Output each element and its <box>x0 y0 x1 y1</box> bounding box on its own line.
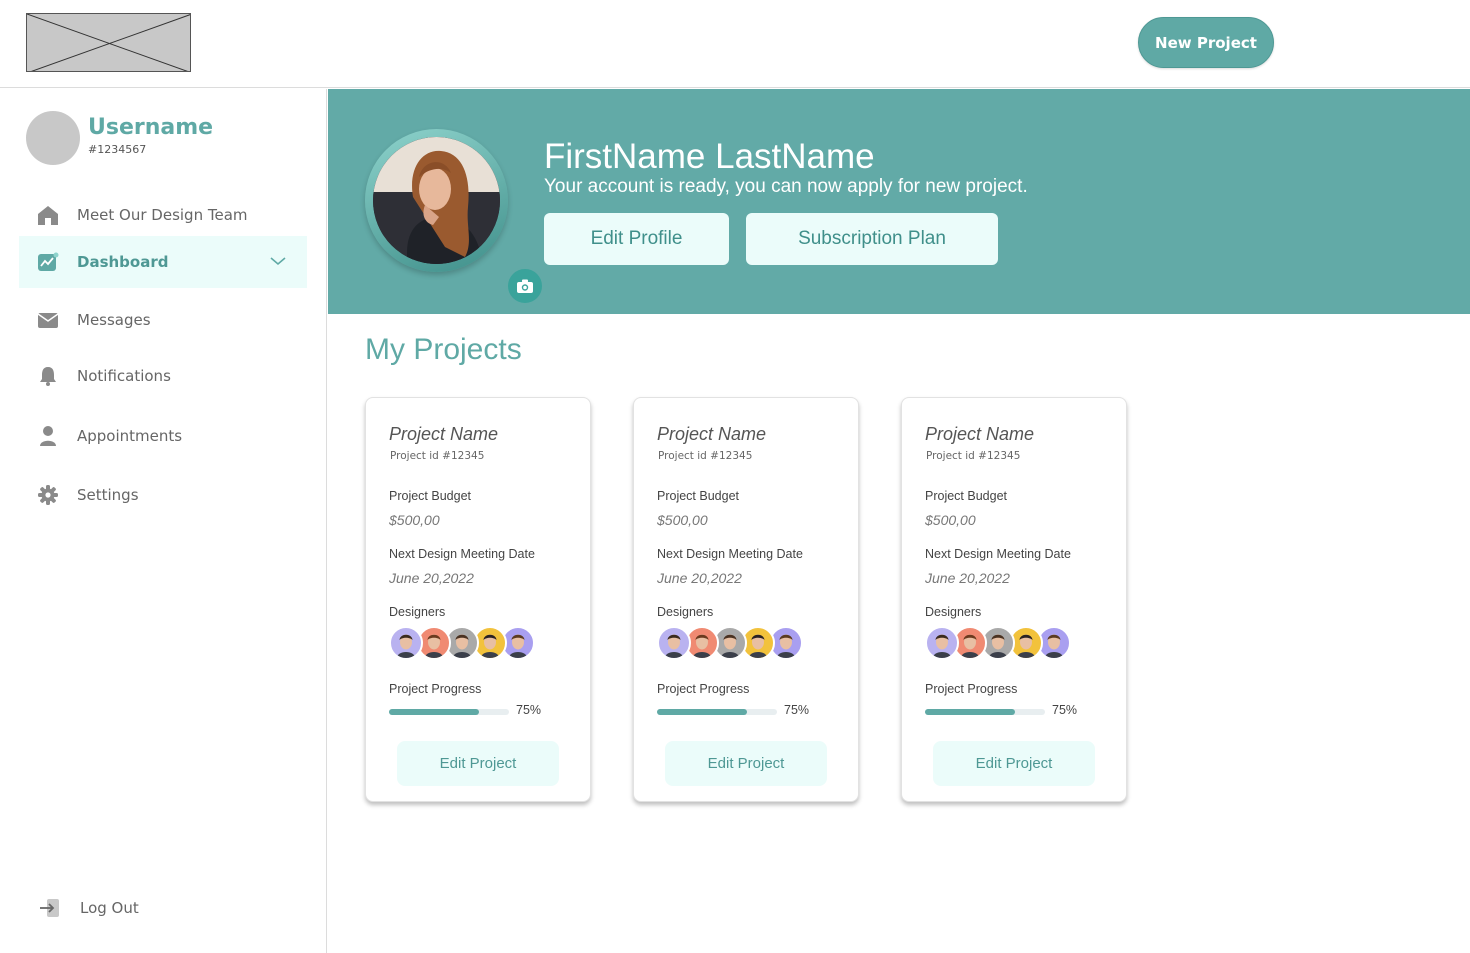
designers-label: Designers <box>389 605 446 619</box>
progress-bar <box>925 709 1045 715</box>
sidebar-item-label: Messages <box>77 311 151 329</box>
bell-icon <box>37 365 59 387</box>
sidebar-item-label: Appointments <box>77 427 183 445</box>
project-id: Project id #12345 <box>658 450 753 462</box>
sidebar: Username #1234567 Meet Our Design Team D… <box>0 89 327 953</box>
chart-icon <box>37 251 59 273</box>
image-placeholder-icon <box>27 14 190 71</box>
progress-bar <box>389 709 509 715</box>
logout-icon <box>39 897 61 919</box>
designer-avatar[interactable] <box>925 626 959 660</box>
project-id: Project id #12345 <box>926 450 1021 462</box>
designer-avatars <box>657 626 803 660</box>
camera-icon[interactable] <box>506 267 544 305</box>
subscription-plan-button[interactable]: Subscription Plan <box>746 213 998 265</box>
designer-avatar[interactable] <box>389 626 423 660</box>
meeting-date-label: Next Design Meeting Date <box>657 547 803 561</box>
sidebar-item-label: Meet Our Design Team <box>77 206 248 224</box>
meeting-date-value: June 20,2022 <box>925 570 1010 586</box>
designers-label: Designers <box>657 605 714 619</box>
sidebar-item-appointments[interactable]: Appointments <box>19 410 307 462</box>
logout-button[interactable]: Log Out <box>19 884 307 932</box>
budget-label: Project Budget <box>657 489 739 503</box>
profile-banner: FirstName LastName Your account is ready… <box>328 89 1470 314</box>
progress-label: Project Progress <box>925 682 1018 696</box>
chevron-down-icon[interactable] <box>269 252 287 274</box>
person-icon <box>37 425 59 447</box>
sidebar-item-label: Notifications <box>77 367 171 385</box>
top-bar: New Project <box>0 0 1470 88</box>
progress-percent: 75% <box>784 703 810 717</box>
designer-avatars <box>925 626 1071 660</box>
profile-photo[interactable] <box>373 137 500 264</box>
project-name: Project Name <box>657 424 767 444</box>
user-id: #1234567 <box>88 143 147 156</box>
progress-percent: 75% <box>516 703 542 717</box>
logout-label: Log Out <box>80 899 139 917</box>
project-card: Project Name Project id #12345 Project B… <box>365 397 591 802</box>
profile-photo-frame <box>365 129 544 305</box>
sidebar-item-messages[interactable]: Messages <box>19 294 307 346</box>
account-status-message: Your account is ready, you can now apply… <box>544 176 1028 197</box>
logo-placeholder[interactable] <box>26 13 191 72</box>
sidebar-item-notifications[interactable]: Notifications <box>19 350 307 402</box>
meeting-date-value: June 20,2022 <box>657 570 742 586</box>
project-card: Project Name Project id #12345 Project B… <box>901 397 1127 802</box>
budget-value: $500,00 <box>389 512 440 528</box>
sidebar-item-label: Dashboard <box>77 253 169 271</box>
progress-label: Project Progress <box>389 682 482 696</box>
budget-label: Project Budget <box>389 489 471 503</box>
project-id: Project id #12345 <box>390 450 485 462</box>
envelope-icon <box>37 309 59 331</box>
progress-bar-fill <box>657 709 747 715</box>
designers-label: Designers <box>925 605 982 619</box>
budget-value: $500,00 <box>925 512 976 528</box>
avatar[interactable] <box>26 111 80 165</box>
edit-profile-button[interactable]: Edit Profile <box>544 213 729 265</box>
progress-label: Project Progress <box>657 682 750 696</box>
project-card: Project Name Project id #12345 Project B… <box>633 397 859 802</box>
sidebar-item-label: Settings <box>77 486 139 504</box>
meeting-date-label: Next Design Meeting Date <box>925 547 1071 561</box>
sidebar-item-settings[interactable]: Settings <box>19 469 307 521</box>
budget-value: $500,00 <box>657 512 708 528</box>
edit-project-button[interactable]: Edit Project <box>397 741 559 786</box>
profile-full-name: FirstName LastName <box>544 137 875 176</box>
progress-bar-fill <box>925 709 1015 715</box>
new-project-button[interactable]: New Project <box>1138 17 1274 68</box>
progress-bar <box>657 709 777 715</box>
meeting-date-value: June 20,2022 <box>389 570 474 586</box>
meeting-date-label: Next Design Meeting Date <box>389 547 535 561</box>
project-name: Project Name <box>389 424 499 444</box>
edit-project-button[interactable]: Edit Project <box>665 741 827 786</box>
progress-bar-fill <box>389 709 479 715</box>
sidebar-item-dashboard[interactable]: Dashboard <box>19 236 307 288</box>
sidebar-item-meet-design-team[interactable]: Meet Our Design Team <box>19 189 307 241</box>
gear-icon <box>37 484 59 506</box>
progress-percent: 75% <box>1052 703 1078 717</box>
username: Username <box>88 115 214 140</box>
designer-avatars <box>389 626 535 660</box>
home-icon <box>37 204 59 226</box>
profile-photo-image <box>373 137 500 264</box>
project-name: Project Name <box>925 424 1035 444</box>
edit-project-button[interactable]: Edit Project <box>933 741 1095 786</box>
budget-label: Project Budget <box>925 489 1007 503</box>
designer-avatar[interactable] <box>657 626 691 660</box>
page-title: My Projects <box>365 333 522 366</box>
